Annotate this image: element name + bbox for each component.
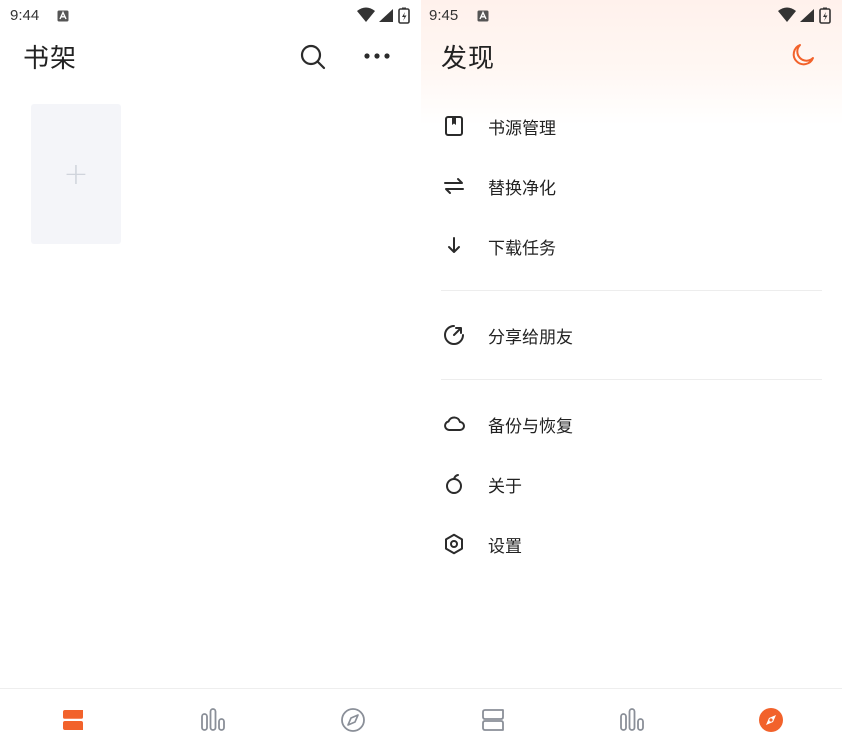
chart-icon[interactable]: [198, 705, 228, 735]
add-symbol: +: [63, 156, 89, 192]
signal-icon: [379, 9, 393, 22]
moon-icon[interactable]: [789, 41, 817, 69]
menu-item-replace[interactable]: 替换净化: [421, 156, 842, 216]
menu-item-settings[interactable]: 设置: [421, 514, 842, 574]
book-source-icon: [445, 116, 463, 136]
menu-item-label: 书源管理: [488, 118, 556, 139]
chart-icon[interactable]: [617, 705, 647, 735]
page-title: 书架: [23, 44, 78, 74]
wifi-icon: [778, 7, 796, 22]
menu-item-about[interactable]: 关于: [421, 454, 842, 514]
share-icon: [444, 325, 464, 345]
compass-icon[interactable]: [756, 705, 786, 735]
menu-item-label: 备份与恢复: [488, 416, 573, 437]
menu-item-label: 设置: [488, 536, 522, 557]
menu-item-label: 替换净化: [488, 178, 556, 199]
divider: [421, 365, 842, 394]
status-bar: 9:44: [0, 0, 421, 32]
swap-icon: [444, 178, 464, 194]
divider: [421, 276, 842, 305]
compass-icon[interactable]: [338, 705, 368, 735]
download-icon: [448, 237, 460, 253]
notification-icon: [57, 10, 69, 22]
menu-item-label: 关于: [488, 476, 522, 497]
status-time: 9:45: [429, 7, 459, 24]
cloud-icon: [444, 416, 465, 431]
battery-icon: [819, 7, 831, 24]
search-icon[interactable]: [298, 42, 328, 72]
system-status-icons: [778, 7, 831, 24]
menu-item-download[interactable]: 下载任务: [421, 216, 842, 276]
menu-item-book-source[interactable]: 书源管理: [421, 96, 842, 156]
status-time: 9:44: [10, 7, 40, 24]
status-bar: 9:45: [421, 0, 842, 32]
signal-icon: [800, 9, 814, 22]
add-book-button[interactable]: +: [31, 104, 121, 244]
settings-icon: [445, 533, 463, 555]
wifi-icon: [357, 7, 375, 22]
discover-menu: 书源管理 替换净化 下载任务 分享给朋友 备份与恢复 关于 设置: [421, 96, 842, 574]
discover-screen: 9:45 发现 书源管理 替换净化 下载任务 分享给朋友 备份与恢复 关于 设置: [421, 0, 842, 749]
menu-item-label: 下载任务: [488, 238, 556, 259]
notification-icon: [477, 10, 489, 22]
more-icon[interactable]: [362, 41, 392, 71]
bookshelf-icon[interactable]: [478, 705, 508, 735]
menu-item-backup[interactable]: 备份与恢复: [421, 394, 842, 454]
menu-item-label: 分享给朋友: [488, 327, 573, 348]
battery-icon: [398, 7, 410, 24]
page-title: 发现: [441, 44, 496, 74]
system-status-icons: [357, 7, 410, 24]
bottom-navigation: [0, 688, 842, 750]
bookshelf-screen: 9:44 书架 +: [0, 0, 421, 749]
menu-item-share[interactable]: 分享给朋友: [421, 305, 842, 365]
bookshelf-icon[interactable]: [58, 705, 88, 735]
about-icon: [446, 474, 462, 494]
